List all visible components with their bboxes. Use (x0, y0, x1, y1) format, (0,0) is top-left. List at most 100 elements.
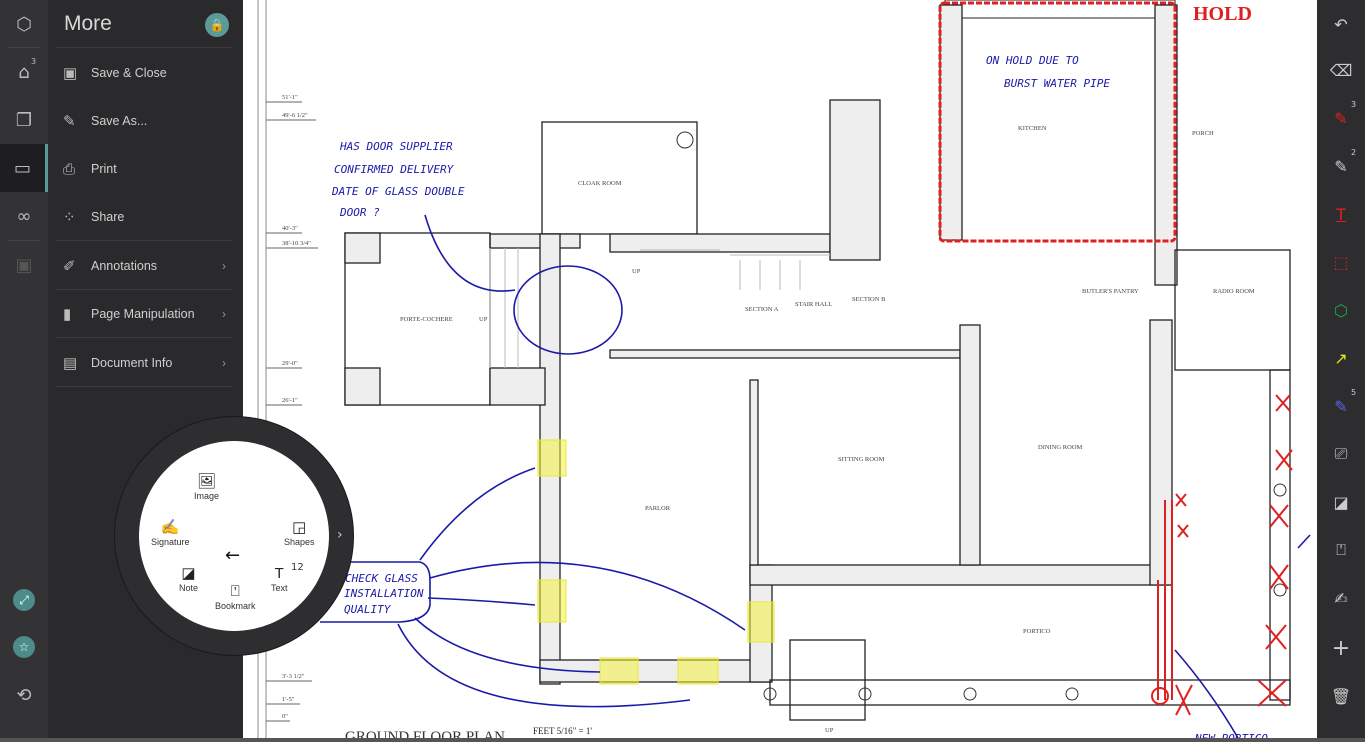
save-icon: ▣ (15, 254, 33, 276)
hexagon-icon[interactable]: ⬡ (0, 0, 48, 48)
menu-item-page-manipulation[interactable]: ▮ Page Manipulation › (56, 290, 232, 338)
polygon-icon[interactable]: ⬡ (1317, 290, 1365, 330)
eraser-icon[interactable]: ⌫ (1317, 50, 1365, 90)
stamp-icon[interactable]: ⎚ (1317, 434, 1365, 474)
room-label: SITTING ROOM (838, 456, 885, 463)
add-icon[interactable]: + (1317, 628, 1365, 668)
note-icon: ◪ (181, 565, 196, 582)
right-toolbar: ↶ ⌫ ✎ 3 ✎ 2 T ⬚ ⬡ ↗ ✎ 5 ⎚ ◪ ⍞ ✍ + 🗑 (1317, 0, 1365, 742)
dimension-label: 51'-1" (282, 94, 298, 101)
bookmark-icon[interactable]: ⍞ (1317, 530, 1365, 570)
lock-icon[interactable]: 🔒 (205, 13, 229, 37)
room-label: DINING ROOM (1038, 444, 1082, 451)
panel-title: More (64, 12, 112, 35)
room-label: UP (479, 316, 488, 323)
bottom-bar (0, 738, 1365, 742)
left-rail: ⬡ ⌂ 3 ❐ ▭ ∞ ▣ ⤢ ☆ ⟲ (0, 0, 48, 742)
annotation-wheel: 🖼 Image ✍ Signature ◲ Shapes ◪ Note ⍞ Bookmar… (114, 416, 354, 656)
dimension-label: 49'-6 1/2" (282, 112, 308, 119)
door-note: DOOR ? (339, 206, 380, 219)
back-arrow-icon[interactable]: ← (225, 545, 240, 566)
signature-icon: ✍ (160, 519, 180, 536)
wheel-image-button[interactable]: 🖼 Image (194, 473, 219, 501)
divider (56, 240, 232, 241)
dimension-label: 1'-5" (282, 696, 295, 703)
save-icon: ▣ (63, 65, 78, 82)
text-badge: 12 (291, 562, 304, 573)
red-pen-icon[interactable]: ✎ 3 (1317, 98, 1365, 138)
signature-icon[interactable]: ✍ (1317, 578, 1365, 618)
star-icon: ☆ (13, 636, 35, 658)
delete-icon[interactable]: 🗑 (1317, 676, 1365, 716)
wheel-signature-button[interactable]: ✍ Signature (151, 519, 190, 547)
annotations-icon[interactable]: ⌂ 3 (0, 48, 48, 96)
wheel-note-button[interactable]: ◪ Note (179, 565, 198, 593)
cloud-rect-icon[interactable]: ⬚ (1317, 242, 1365, 282)
room-label: PORCH (1192, 130, 1214, 137)
shapes-icon: ◲ (292, 519, 307, 536)
menu-item-share[interactable]: ⁘ Share (56, 193, 232, 241)
sync-icon[interactable]: ⟲ (0, 671, 48, 719)
room-label: CLOAK ROOM (578, 180, 622, 187)
chevron-right-icon[interactable]: › (337, 527, 343, 543)
black-pen-icon[interactable]: ✎ 2 (1317, 146, 1365, 186)
dimension-label: 29'-0" (282, 360, 298, 367)
text-icon[interactable]: T (1317, 194, 1365, 234)
bookmark-icon: ⍞ (230, 583, 240, 600)
wheel-shapes-button[interactable]: ◲ Shapes (284, 519, 315, 547)
pen-icon: ✐ (63, 258, 76, 275)
room-label: STAIR HALL (795, 301, 832, 308)
room-label: SECTION A (745, 306, 779, 313)
room-label: KITCHEN (1018, 125, 1047, 132)
room-label: UP (632, 268, 641, 275)
room-label: RADIO ROOM (1213, 288, 1255, 295)
divider (56, 386, 232, 387)
info-icon: ▤ (63, 355, 78, 372)
document-canvas[interactable]: CLOAK ROOM KITCHEN PORCH PORTE-COCHERE S… (243, 0, 1317, 745)
page-icon: ▮ (63, 306, 72, 323)
menu-item-save-as[interactable]: ✎ Save As... (56, 97, 232, 145)
favorite-button[interactable]: ☆ (0, 623, 48, 671)
menu-item-print[interactable]: ⎙ Print (56, 145, 232, 193)
dimension-label: 0" (282, 713, 288, 720)
dimension-label: 40'-3" (282, 225, 298, 232)
plan-scale: FEET 5/16" = 1' (533, 726, 592, 736)
chevron-right-icon: › (222, 259, 226, 273)
fullscreen-button[interactable]: ⤢ (0, 576, 48, 624)
chevron-right-icon: › (222, 307, 226, 321)
dimension-label: 26'-1" (282, 397, 298, 404)
wheel-text-button[interactable]: T Text (271, 565, 288, 593)
text-icon: T (274, 565, 284, 582)
note-icon[interactable]: ◪ (1317, 482, 1365, 522)
fullscreen-icon: ⤢ (13, 589, 35, 611)
pages-icon[interactable]: ❐ (0, 96, 48, 144)
divider (56, 47, 232, 48)
hold-note: HOLD (1193, 3, 1252, 25)
door-note: CONFIRMED DELIVERY (334, 163, 455, 176)
arrow-icon[interactable]: ↗ (1317, 338, 1365, 378)
glass-note: INSTALLATION (344, 587, 424, 600)
save-as-icon: ✎ (63, 113, 76, 130)
divider (56, 337, 232, 338)
floor-plan: CLOAK ROOM KITCHEN PORCH PORTE-COCHERE S… (257, 0, 1311, 745)
menu-item-document-info[interactable]: ▤ Document Info › (56, 339, 232, 387)
door-note: HAS DOOR SUPPLIER (339, 140, 453, 153)
menu-item-annotations[interactable]: ✐ Annotations › (56, 242, 232, 290)
image-icon: 🖼 (196, 473, 217, 490)
binoculars-icon[interactable]: ∞ (0, 192, 48, 240)
wheel-bookmark-button[interactable]: ⍞ Bookmark (215, 583, 256, 611)
glass-note: CHECK GLASS (345, 572, 418, 585)
print-icon: ⎙ (63, 160, 76, 178)
dimension-label: 3'-3 1/2" (282, 673, 305, 680)
undo-icon[interactable]: ↶ (1317, 4, 1365, 44)
dimension-label: 38'-10 3/4" (282, 240, 311, 247)
room-label: PARLOR (645, 505, 671, 512)
room-label: SECTION B (852, 296, 886, 303)
wheel-center: 🖼 Image ✍ Signature ◲ Shapes ◪ Note ⍞ Bookmar… (139, 441, 329, 631)
room-label: PORTE-COCHERE (400, 316, 453, 323)
more-icon[interactable]: ▭ (0, 144, 48, 192)
kitchen-note: ON HOLD DUE TO (986, 54, 1079, 67)
menu-item-save-close[interactable]: ▣ Save & Close (56, 49, 232, 97)
blue-pen-icon[interactable]: ✎ 5 (1317, 386, 1365, 426)
kitchen-note: BURST WATER PIPE (1004, 77, 1110, 90)
